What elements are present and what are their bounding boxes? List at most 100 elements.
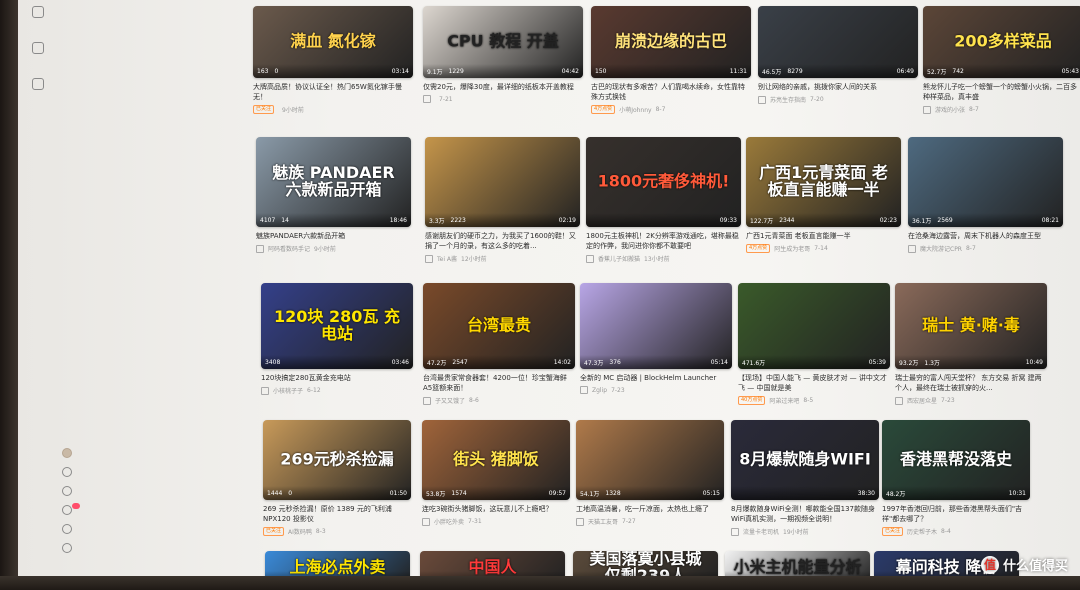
duration: 05:43 [1061, 67, 1079, 75]
video-title[interactable]: 1800元主板神机！2K分辨率游戏通吃，堪称最稳定的作弊，我问进你你都不敢要吧 [586, 231, 741, 251]
game-icon[interactable] [62, 467, 72, 477]
video-title[interactable]: 别让网络的亲戚，挑拨你家人间的关系 [758, 82, 918, 92]
video-card[interactable]: 269元秒杀捡漏 1444 0 01:50 269 元秒杀捡漏！原价 1389 … [263, 420, 411, 536]
video-title[interactable]: 魅族PANDAER六款新品开箱 [256, 231, 411, 241]
video-card[interactable]: 崩溃边缘的古巴 150 11:31 古巴的现状有多艰苦？人们靠喝水续命，女性靠特… [591, 6, 751, 114]
video-meta: 4万点赞 小萌Johnny 8-7 [591, 105, 751, 114]
uploader-name[interactable]: 小萌Johnny [619, 105, 651, 114]
video-thumbnail[interactable]: 3.3万 2223 02:19 [425, 137, 580, 227]
video-thumbnail[interactable]: 200多样菜品 52.7万 742 05:43 [923, 6, 1080, 78]
video-title[interactable]: 全新的 MC 启动器 | BlockHelm Launcher [580, 373, 732, 383]
video-title[interactable]: 熊龙怀儿子吃一个螃蟹一个的螃蟹小火锅，二百多种样菜品，真丰盛 [923, 82, 1080, 102]
video-title[interactable]: 【现场】中国人能飞 — 黄皮肤才对 — 讲中文才飞 — 中国就是美 [738, 373, 890, 393]
video-title[interactable]: 广西1元青菜面 老板直言能赚一半 [746, 231, 901, 241]
uploader-name[interactable]: 小胖吃外卖 [434, 517, 464, 526]
uploader-name[interactable]: 苏亮生存指南 [770, 95, 806, 104]
video-card[interactable]: 36.1万 2569 08:21 在沧桑海边露营，周末下机器人的森度王型 魔大院… [908, 137, 1063, 253]
uploader-name[interactable]: 天猫工友哥 [588, 517, 618, 526]
video-card[interactable]: 54.1万 1328 05:15 工地高温消暑，吃一斤凉面，太热也上瘾了 天猫工… [576, 420, 724, 526]
video-card[interactable]: 200多样菜品 52.7万 742 05:43 熊龙怀儿子吃一个螃蟹一个的螃蟹小… [923, 6, 1080, 114]
video-thumbnail[interactable]: 47.3万 376 05:14 [580, 283, 732, 369]
video-title[interactable]: 工地高温消暑，吃一斤凉面，太热也上瘾了 [576, 504, 724, 514]
video-thumbnail[interactable]: 台湾最贵 47.2万 2547 14:02 [423, 283, 575, 369]
video-title[interactable]: 在沧桑海边露营，周末下机器人的森度王型 [908, 231, 1063, 241]
video-title[interactable]: 古巴的现状有多艰苦？人们靠喝水续命，女性靠特殊方式换钱 [591, 82, 751, 102]
video-title[interactable]: 8月爆款随身WiFi全测！哪款能全国137款随身WiFi真机实测，一期视频全说明… [731, 504, 879, 524]
video-card[interactable]: 香港黑帮没落史 48.2万 10:31 1997年香港回归前，那些香港黑帮头面们… [882, 420, 1030, 536]
uploader-name[interactable]: 阿生成为老哥 [774, 244, 810, 253]
video-card[interactable]: 满血 氮化镓 163 0 03:14 大牌高品质！协议认证全！热门65W氮化镓手… [253, 6, 413, 114]
home-icon[interactable] [32, 6, 44, 18]
video-title[interactable]: 大牌高品质！协议认证全！热门65W氮化镓手慢无！ [253, 82, 413, 102]
video-title[interactable]: 269 元秒杀捡漏！原价 1389 元的飞利浦NPX120 投影仪 [263, 504, 411, 524]
video-card[interactable]: 街头 猪脚饭 53.8万 1574 09:57 连吃3碗街头猪脚饭，这玩意儿不上… [422, 420, 570, 526]
video-thumbnail[interactable]: 满血 氮化镓 163 0 03:14 [253, 6, 413, 78]
video-thumbnail[interactable]: 香港黑帮没落史 48.2万 10:31 [882, 420, 1030, 500]
video-card[interactable]: 120块 280瓦 充电站 3408 03:46 120块搞定280瓦黄金充电站… [261, 283, 413, 395]
video-card[interactable]: 1800元奢侈神机! 09:33 1800元主板神机！2K分辨率游戏通吃，堪称最… [586, 137, 741, 263]
uploader-name[interactable]: 香蕉儿子如搬猫 [598, 254, 640, 263]
video-card[interactable]: 3.3万 2223 02:19 感谢朋友们的硬币之力，为我买了1600的鞋！又捐… [425, 137, 580, 263]
video-thumbnail[interactable]: 46.5万 8279 06:49 [758, 6, 918, 78]
video-thumbnail[interactable]: 街头 猪脚饭 53.8万 1574 09:57 [422, 420, 570, 500]
message-icon[interactable] [62, 503, 80, 515]
uploader-icon [895, 396, 903, 405]
uploader-icon [731, 527, 739, 536]
video-card[interactable]: 471.6万 05:39 【现场】中国人能飞 — 黄皮肤才对 — 讲中文才飞 —… [738, 283, 890, 405]
uploader-name[interactable]: Tei A酱 [437, 254, 457, 263]
video-title[interactable]: 连吃3碗街头猪脚饭，这玩意儿不上瘾吧？ [422, 504, 570, 514]
video-thumbnail[interactable]: 269元秒杀捡漏 1444 0 01:50 [263, 420, 411, 500]
video-title[interactable]: 瑞士最穷的富人闯天堂杯？ 东方交易 折窝 建两个人，最终在瑞士被抓穿的火... [895, 373, 1047, 393]
uploader-name[interactable]: 阿码看数码手记 [268, 244, 310, 253]
uploader-name[interactable]: 魔大院游记CPR [920, 244, 962, 253]
uploader-name[interactable]: 游戏的小张 [935, 105, 965, 114]
video-title[interactable]: 仅需20元，爆降30度，最详细的纸板本开盖教程 [423, 82, 583, 92]
video-card[interactable]: 广西1元青菜面 老板直言能赚一半 122.7万 2344 02:23 广西1元青… [746, 137, 901, 253]
upload-icon[interactable] [62, 486, 72, 496]
duration: 05:14 [710, 358, 728, 366]
video-thumbnail[interactable]: 魅族 PANDAER 六款新品开箱 4107 14 18:46 [256, 137, 411, 227]
video-card[interactable]: 46.5万 8279 06:49 别让网络的亲戚，挑拨你家人间的关系 苏亮生存指… [758, 6, 918, 104]
video-card[interactable]: 瑞士 黄·赌·毒 93.2万 1.3万 10:49 瑞士最穷的富人闯天堂杯？ 东… [895, 283, 1047, 405]
video-thumbnail[interactable]: 8月爆款随身WIFI 38:30 [731, 420, 879, 500]
thumbnail-overlay: 48.2万 10:31 [882, 486, 1030, 500]
video-thumbnail[interactable]: 471.6万 05:39 [738, 283, 890, 369]
uploader-name[interactable]: 阿弟过来吧 [769, 396, 799, 405]
video-thumbnail[interactable]: 120块 280瓦 充电站 3408 03:46 [261, 283, 413, 369]
publish-date: 7-27 [622, 518, 636, 525]
video-card[interactable]: 魅族 PANDAER 六款新品开箱 4107 14 18:46 魅族PANDAE… [256, 137, 411, 253]
video-title[interactable]: 台湾最贵家常食器套！4200一位！珍宝蟹海鲜A5篮额来面！ [423, 373, 575, 393]
video-thumbnail[interactable]: CPU 教程 开盖 9.1万 1229 04:42 [423, 6, 583, 78]
tag-badge: 4万点赞 [746, 244, 771, 253]
video-thumbnail[interactable]: 瑞士 黄·赌·毒 93.2万 1.3万 10:49 [895, 283, 1047, 369]
uploader-icon [580, 386, 588, 394]
uploader-name[interactable]: 小核桃子子 [273, 386, 303, 395]
duration: 10:49 [1025, 358, 1043, 366]
video-card[interactable]: 47.3万 376 05:14 全新的 MC 启动器 | BlockHelm L… [580, 283, 732, 394]
video-thumbnail[interactable]: 1800元奢侈神机! 09:33 [586, 137, 741, 227]
channel-icon[interactable] [32, 42, 44, 54]
video-card[interactable]: CPU 教程 开盖 9.1万 1229 04:42 仅需20元，爆降30度，最详… [423, 6, 583, 103]
video-thumbnail[interactable]: 广西1元青菜面 老板直言能赚一半 122.7万 2344 02:23 [746, 137, 901, 227]
uploader-name[interactable]: Zglip [592, 387, 607, 394]
video-card[interactable]: 8月爆款随身WIFI 38:30 8月爆款随身WiFi全测！哪款能全国137款随… [731, 420, 879, 536]
video-meta: 西宏居众星 7-23 [895, 396, 1047, 405]
uploader-name[interactable]: 子又又饿了 [435, 396, 465, 405]
uploader-name[interactable]: 流量卡老司机 [743, 527, 779, 536]
avatar[interactable] [62, 448, 72, 458]
video-thumbnail[interactable]: 36.1万 2569 08:21 [908, 137, 1063, 227]
publish-date: 7-23 [941, 397, 955, 404]
video-title[interactable]: 1997年香港回归前，那些香港黑帮头面们"吉祥"都去哪了？ [882, 504, 1030, 524]
video-card[interactable]: 台湾最贵 47.2万 2547 14:02 台湾最贵家常食器套！4200一位！珍… [423, 283, 575, 405]
uploader-name[interactable]: 历史帮子木 [907, 527, 937, 536]
theme-icon[interactable] [62, 524, 72, 534]
video-title[interactable]: 感谢朋友们的硬币之力，为我买了1600的鞋！又捐了一个月的录，有这么多的吃着..… [425, 231, 580, 251]
uploader-name[interactable]: 西宏居众星 [907, 396, 937, 405]
settings-icon[interactable] [62, 543, 72, 553]
video-thumbnail[interactable]: 崩溃边缘的古巴 150 11:31 [591, 6, 751, 78]
history-icon[interactable] [32, 78, 44, 90]
video-meta: 魔大院游记CPR 8-7 [908, 244, 1063, 253]
uploader-name[interactable]: AI数码鸭 [288, 527, 312, 536]
video-title[interactable]: 120块搞定280瓦黄金充电站 [261, 373, 413, 383]
video-thumbnail[interactable]: 54.1万 1328 05:15 [576, 420, 724, 500]
